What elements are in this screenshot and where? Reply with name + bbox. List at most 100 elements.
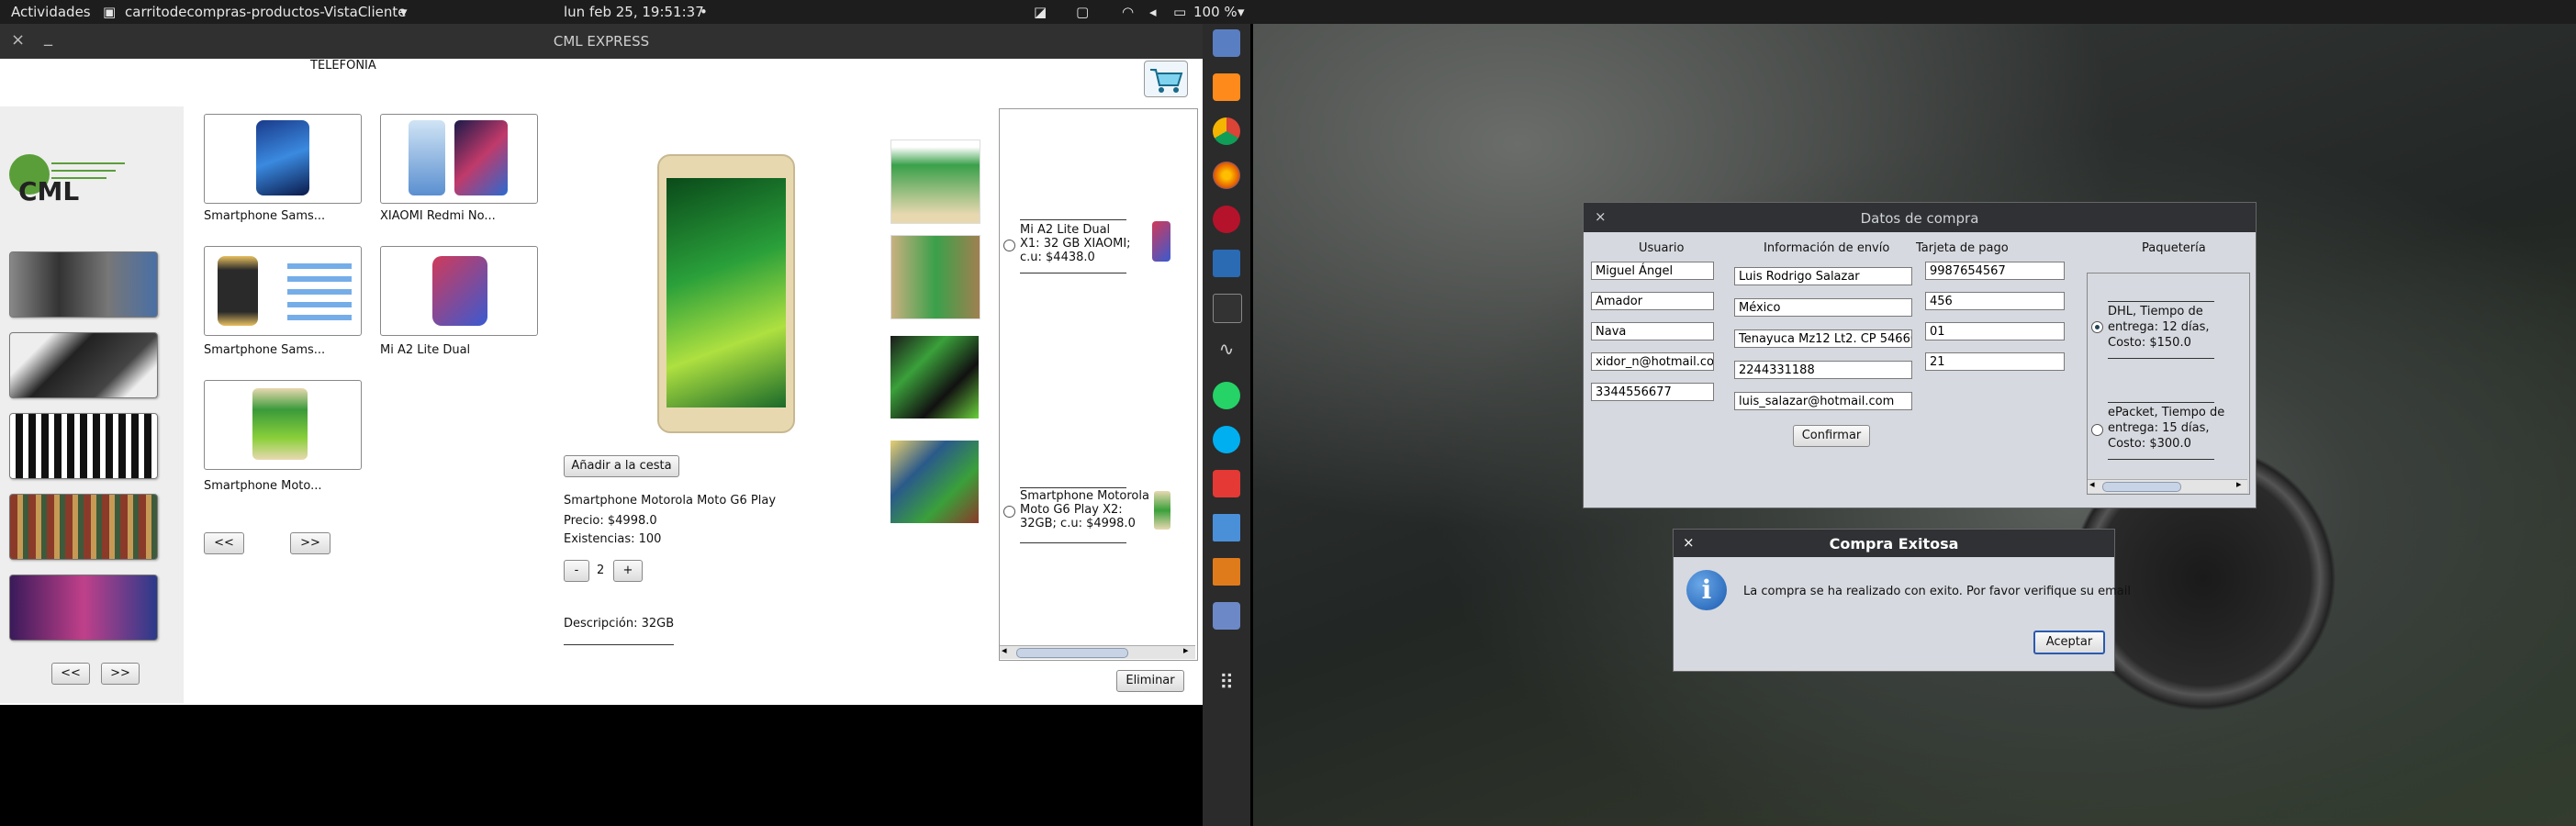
product-card[interactable] bbox=[380, 246, 538, 336]
card-year-field[interactable]: 21 bbox=[1925, 352, 2065, 371]
product-label: Smartphone Sams... bbox=[204, 343, 326, 357]
tray-app-icon[interactable]: ◪ bbox=[1034, 4, 1047, 20]
chrome-icon[interactable] bbox=[1213, 117, 1240, 145]
system-menu-icon[interactable]: ▾ bbox=[1238, 4, 1245, 20]
category-prev-button[interactable]: << bbox=[51, 663, 90, 685]
wifi-icon[interactable]: ◠ bbox=[1122, 4, 1134, 20]
cart-item-image bbox=[1154, 491, 1170, 530]
category-phones[interactable] bbox=[9, 251, 158, 318]
cart-item-radio[interactable] bbox=[1003, 240, 1015, 251]
cart-item-radio[interactable] bbox=[1003, 506, 1015, 518]
category-next-button[interactable]: >> bbox=[101, 663, 140, 685]
decrease-quantity-button[interactable]: - bbox=[564, 560, 589, 582]
product-card[interactable] bbox=[204, 380, 362, 470]
product-image bbox=[409, 120, 445, 195]
divider bbox=[1020, 219, 1126, 220]
product-card[interactable] bbox=[204, 246, 362, 336]
apps-grid-icon[interactable]: ⠿ bbox=[1213, 672, 1240, 699]
scroll-left-icon[interactable]: ◂ bbox=[1002, 644, 1007, 656]
thumbnail-image[interactable] bbox=[890, 140, 980, 224]
cart-list: Mi A2 Lite Dual X1: 32 GB XIAOMI; c.u: $… bbox=[999, 108, 1198, 661]
virtualbox-icon[interactable] bbox=[1213, 602, 1240, 630]
delete-button[interactable]: Eliminar bbox=[1116, 670, 1184, 692]
virtualbox-icon[interactable] bbox=[1213, 29, 1240, 57]
parcel-option-text: entrega: 12 días, bbox=[2108, 320, 2210, 334]
app-window: × _ CML EXPRESS TELEFONIA CML << >> Smar… bbox=[0, 24, 1203, 705]
document-icon[interactable] bbox=[1213, 514, 1240, 541]
app-menu[interactable]: carritodecompras-productos-VistaCliente bbox=[125, 4, 407, 20]
product-stock: Existencias: 100 bbox=[564, 532, 662, 546]
scroll-right-icon[interactable]: ▸ bbox=[2236, 478, 2242, 490]
volume-icon[interactable]: ◂ bbox=[1149, 4, 1157, 20]
window-title: CML EXPRESS bbox=[553, 33, 650, 50]
whatsapp-icon[interactable] bbox=[1213, 382, 1240, 409]
user-name-field[interactable]: Miguel Ángel bbox=[1591, 262, 1714, 280]
column-header-parcel: Paquetería bbox=[2142, 241, 2206, 255]
column-header-user: Usuario bbox=[1639, 241, 1685, 255]
skype-icon[interactable] bbox=[1213, 426, 1240, 453]
card-cvv-field[interactable]: 456 bbox=[1925, 292, 2065, 310]
scroll-right-icon[interactable]: ▸ bbox=[1183, 644, 1189, 656]
confirm-button[interactable]: Confirmar bbox=[1793, 425, 1870, 447]
increase-quantity-button[interactable]: + bbox=[613, 560, 643, 582]
category-books[interactable] bbox=[9, 494, 158, 560]
product-label: XIAOMI Redmi No... bbox=[380, 209, 496, 223]
user-email-field[interactable]: xidor_n@hotmail.com bbox=[1591, 352, 1714, 371]
cart-item-text: Smartphone Motorola bbox=[1020, 489, 1149, 503]
battery-percent[interactable]: 100 % bbox=[1193, 4, 1238, 20]
battery-icon[interactable]: ▭ bbox=[1173, 4, 1186, 20]
shipping-email-field[interactable]: luis_salazar@hotmail.com bbox=[1734, 392, 1912, 410]
category-laptops[interactable] bbox=[9, 332, 158, 398]
category-sports[interactable] bbox=[9, 413, 158, 479]
activities-button[interactable]: Actividades bbox=[11, 4, 91, 20]
category-tv[interactable] bbox=[9, 575, 158, 641]
scroll-left-icon[interactable]: ◂ bbox=[2089, 478, 2095, 490]
accept-button[interactable]: Aceptar bbox=[2033, 631, 2105, 654]
card-month-field[interactable]: 01 bbox=[1925, 322, 2065, 340]
cart-item-text: 32GB; c.u: $4998.0 bbox=[1020, 517, 1136, 530]
product-next-button[interactable]: >> bbox=[290, 532, 330, 554]
user-phone-field[interactable]: 3344556677 bbox=[1591, 383, 1714, 401]
product-prev-button[interactable]: << bbox=[204, 532, 244, 554]
product-label: Mi A2 Lite Dual bbox=[380, 343, 471, 357]
product-card[interactable] bbox=[380, 114, 538, 204]
user-lastname1-field[interactable]: Amador bbox=[1591, 292, 1714, 310]
terminal-icon[interactable] bbox=[1213, 294, 1242, 323]
shipping-address-field[interactable]: Tenayuca Mz12 Lt2. CP 54660 bbox=[1734, 329, 1912, 348]
parcel-radio-dhl[interactable] bbox=[2091, 321, 2103, 333]
divider bbox=[1020, 487, 1126, 488]
clock[interactable]: lun feb 25, 19:51:37 bbox=[564, 4, 704, 20]
cart-horizontal-scrollbar[interactable]: ◂ ▸ bbox=[1000, 644, 1195, 659]
monitor-icon[interactable] bbox=[1213, 250, 1240, 277]
firefox-icon[interactable] bbox=[1213, 162, 1240, 189]
tray-keyboard-icon[interactable]: ▢ bbox=[1076, 4, 1089, 20]
shipping-phone-field[interactable]: 2244331188 bbox=[1734, 361, 1912, 379]
scrollbar-thumb[interactable] bbox=[2102, 482, 2181, 492]
cart-item-text: X1: 32 GB XIAOMI; bbox=[1020, 237, 1131, 251]
thumbnail-image[interactable] bbox=[890, 441, 979, 523]
product-card[interactable] bbox=[204, 114, 362, 204]
window-titlebar: × _ CML EXPRESS bbox=[0, 24, 1203, 59]
column-header-shipping: Información de envío bbox=[1764, 241, 1890, 255]
app-menu-icon[interactable]: ▣ bbox=[103, 4, 116, 20]
parcel-radio-epacket[interactable] bbox=[2091, 424, 2103, 436]
quantity-value: 2 bbox=[597, 564, 605, 577]
card-number-field[interactable]: 9987654567 bbox=[1925, 262, 2065, 280]
add-to-cart-button[interactable]: Añadir a la cesta bbox=[564, 455, 679, 477]
media-player-icon[interactable] bbox=[1213, 206, 1240, 233]
pdf-reader-icon[interactable] bbox=[1213, 470, 1240, 497]
parcel-horizontal-scrollbar[interactable]: ◂ ▸ bbox=[2088, 478, 2247, 493]
cart-button[interactable] bbox=[1144, 61, 1188, 97]
user-lastname2-field[interactable]: Nava bbox=[1591, 322, 1714, 340]
shipping-country-field[interactable]: México bbox=[1734, 298, 1912, 317]
sublime-text-icon[interactable] bbox=[1213, 73, 1240, 101]
top-bar: Actividades ▣ carritodecompras-productos… bbox=[0, 0, 2576, 24]
audio-icon[interactable]: ∿ bbox=[1213, 338, 1240, 365]
dialog-title: Datos de compra bbox=[1860, 210, 1979, 227]
phone-screen bbox=[666, 178, 786, 407]
thumbnail-image[interactable] bbox=[890, 235, 980, 319]
scrollbar-thumb[interactable] bbox=[1016, 648, 1128, 658]
java-icon[interactable] bbox=[1213, 558, 1240, 586]
shipping-name-field[interactable]: Luis Rodrigo Salazar bbox=[1734, 267, 1912, 285]
thumbnail-image[interactable] bbox=[890, 336, 979, 419]
